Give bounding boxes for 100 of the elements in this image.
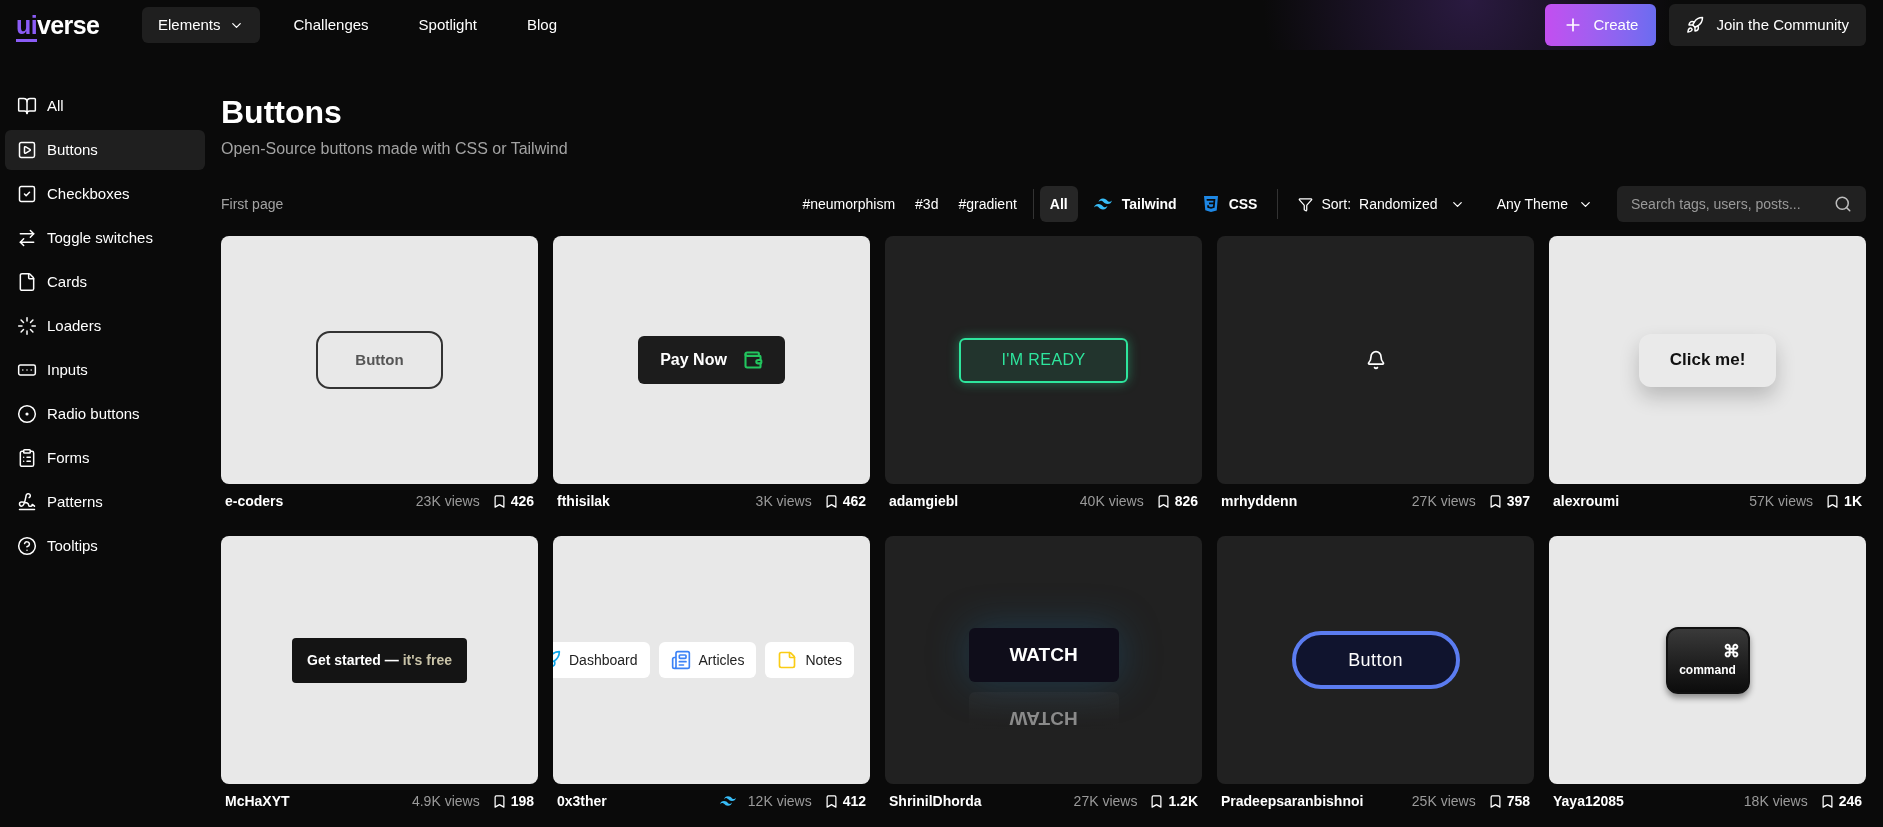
file-icon [17,272,37,292]
save-button[interactable]: 826 [1155,490,1198,512]
framework-filter[interactable]: Tailwind [1083,186,1187,222]
tag-link[interactable]: #gradient [948,193,1027,215]
css-icon [1202,196,1219,212]
save-button[interactable]: 397 [1487,490,1530,512]
search-icon [1834,195,1852,213]
bookmark-icon [1487,793,1503,809]
pay-button[interactable]: Pay Now [638,336,785,384]
nav-link[interactable]: Challenges [277,7,385,43]
rocket-icon [1686,16,1705,34]
bookmark-icon [823,493,839,509]
clipboard-icon [17,448,37,468]
tab-chip[interactable]: Dashboard [553,642,650,678]
nav-link[interactable]: Blog [510,7,573,43]
create-button[interactable]: Create [1545,4,1657,46]
author-link[interactable]: 0x3ther [557,790,607,812]
preview-card[interactable]: Button [221,236,538,484]
theme-dropdown[interactable]: Any Theme [1484,186,1605,222]
sidebar-item[interactable]: Checkboxes [5,174,205,214]
wallet-icon [742,350,763,370]
help-icon [17,536,37,556]
watch-button[interactable]: WATCH [968,628,1119,682]
view-count: 18K views [1743,791,1808,811]
demo-button[interactable]: Button [316,331,443,389]
filter-icon [1298,196,1314,212]
bookmark-icon [1487,493,1503,509]
tag-link[interactable]: #3d [905,193,949,215]
save-button[interactable]: 426 [491,490,534,512]
author-link[interactable]: mrhyddenn [1221,490,1298,512]
loader-icon [17,316,37,336]
preview-card[interactable]: Get started — it's free [221,536,538,784]
save-button[interactable]: 246 [1819,790,1862,812]
sidebar-item[interactable]: Patterns [5,482,205,522]
search-field[interactable]: Search tags, users, posts... [1617,186,1866,222]
sidebar-item[interactable]: Loaders [5,306,205,346]
pager-label: First page [221,194,284,214]
preview-card[interactable]: Dashboard Articles Notes [553,536,870,784]
bookmark-icon [1155,493,1171,509]
sidebar-item[interactable]: Cards [5,262,205,302]
tag-link[interactable]: #neumorphism [792,193,906,215]
preview-card[interactable]: Button [1217,536,1534,784]
view-count: 40K views [1079,491,1144,511]
author-link[interactable]: adamgiebl [889,490,959,512]
view-count: 25K views [1411,791,1476,811]
command-key[interactable]: ⌘ command [1665,626,1750,694]
bell-icon [1365,350,1386,370]
framework-filter[interactable]: All [1039,186,1078,222]
nav-link[interactable]: Spotlight [402,7,493,43]
demo-button[interactable]: I'M READY [959,337,1128,383]
save-button[interactable]: 198 [491,790,534,812]
save-button[interactable]: 1K [1825,490,1862,512]
author-link[interactable]: McHaXYT [225,790,290,812]
preview-card[interactable]: Pay Now [553,236,870,484]
bookmark-icon [491,793,507,809]
author-link[interactable]: Yaya12085 [1553,790,1624,812]
preview-card[interactable]: ⌘ command [1549,536,1866,784]
radio-icon [17,404,37,424]
sidebar-item[interactable]: Forms [5,438,205,478]
pill-button[interactable]: Button [1291,631,1460,689]
view-count: 57K views [1749,491,1814,511]
demo-button[interactable]: Click me! [1639,333,1776,387]
author-link[interactable]: ShrinilDhorda [889,790,982,812]
bookmark-icon [1149,793,1165,809]
author-link[interactable]: fthisilak [557,490,610,512]
community-button[interactable]: Join the Community [1669,4,1866,46]
sidebar-item[interactable]: Toggle switches [5,218,205,258]
bookmark-icon [1819,793,1835,809]
sidebar-item[interactable]: Tooltips [5,526,205,566]
author-link[interactable]: alexroumi [1553,490,1620,512]
save-button[interactable]: 462 [823,490,866,512]
author-link[interactable]: e-coders [225,490,284,512]
preview-card[interactable]: I'M READY [885,236,1202,484]
page-subtitle: Open-Source buttons made with CSS or Tailwind [221,139,569,159]
framework-filter[interactable]: CSS [1192,186,1268,222]
author-link[interactable]: Pradeepsaranbishnoi [1221,790,1364,812]
view-count: 27K views [1073,791,1138,811]
view-count: 3K views [755,491,812,511]
get-started-button[interactable]: Get started — it's free [292,637,467,683]
play-icon [17,140,37,160]
sidebar-item[interactable]: Inputs [5,350,205,390]
nav-link[interactable]: Elements [142,7,260,43]
save-button[interactable]: 412 [823,790,866,812]
bookmark-icon [823,793,839,809]
preview-card[interactable]: Click me! [1549,236,1866,484]
sidebar-item[interactable]: Buttons [5,130,205,170]
view-count: 4.9K views [411,791,480,811]
tab-chip[interactable]: Articles [658,642,757,678]
page-title: Buttons [221,93,343,132]
save-button[interactable]: 758 [1487,790,1530,812]
sort-dropdown[interactable]: Sort: Randomized [1288,186,1475,222]
save-button[interactable]: 1.2K [1149,790,1198,812]
preview-card[interactable]: WATCH WATCH [885,536,1202,784]
tab-chip[interactable]: Notes [765,642,854,678]
bookmark-icon [491,493,507,509]
view-count: 27K views [1411,491,1476,511]
arrows-icon [17,228,37,248]
sidebar-item[interactable]: Radio buttons [5,394,205,434]
sidebar-item[interactable]: All [5,86,205,126]
view-count: 23K views [415,491,480,511]
